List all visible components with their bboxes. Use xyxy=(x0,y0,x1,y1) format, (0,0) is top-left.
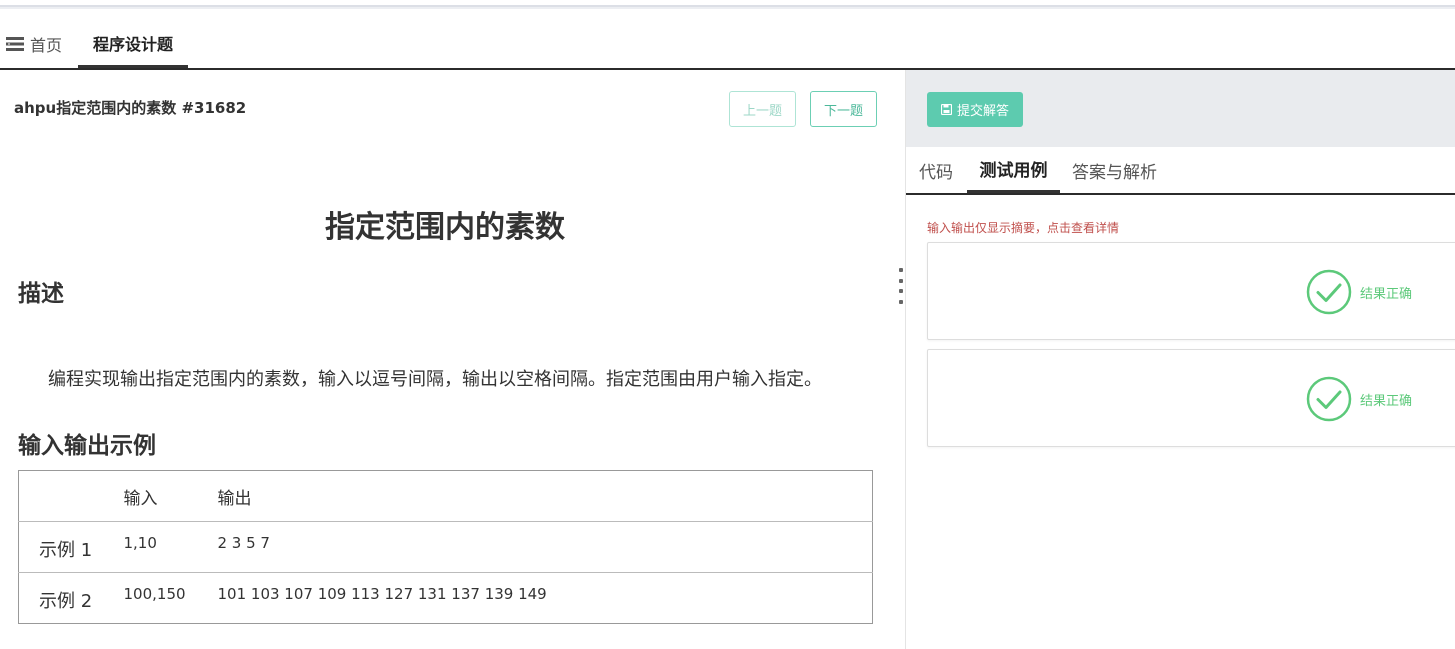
examples-table: 输入 输出 示例 1 1,10 2 3 5 7 示例 2 100,150 101… xyxy=(18,470,873,624)
tab-problem[interactable]: 程序设计题 xyxy=(78,20,188,68)
table-row: 示例 1 1,10 2 3 5 7 xyxy=(18,521,873,573)
drag-dot-icon xyxy=(899,289,903,294)
example-input: 1,10 xyxy=(123,521,218,573)
browser-top-strip xyxy=(0,0,1455,20)
tab-answer-analysis[interactable]: 答案与解析 xyxy=(1072,147,1157,193)
example-label: 示例 2 xyxy=(18,572,124,624)
result-status: 结果正确 xyxy=(1360,394,1413,409)
example-label: 示例 1 xyxy=(18,521,124,573)
drag-dot-icon xyxy=(899,299,903,304)
submit-answer-button[interactable]: 提交解答 xyxy=(927,92,1023,127)
description-heading: 描述 xyxy=(18,281,64,307)
table-header-output: 输出 xyxy=(217,488,252,509)
result-status: 结果正确 xyxy=(1360,287,1413,302)
test-result-card[interactable]: 结果正确 xyxy=(927,242,1455,340)
submit-answer-label: 提交解答 xyxy=(956,104,1009,119)
prev-problem-button[interactable]: 上一题 xyxy=(729,91,796,127)
main-tab-bar: 首页 程序设计题 xyxy=(0,20,1455,70)
tab-code[interactable]: 代码 xyxy=(919,147,953,193)
answer-tab-bar: 代码 测试用例 答案与解析 xyxy=(906,147,1455,195)
answer-toolbar: 提交解答 xyxy=(906,70,1455,147)
example-output: 101 103 107 109 113 127 131 137 139 149 xyxy=(217,572,873,624)
table-row: 示例 2 100,150 101 103 107 109 113 127 131… xyxy=(18,572,873,624)
description-text: 编程实现输出指定范围内的素数，输入以逗号间隔，输出以空格间隔。指定范围由用户输入… xyxy=(48,369,822,390)
table-header-row: 输入 输出 xyxy=(19,471,873,522)
examples-heading: 输入输出示例 xyxy=(18,433,156,459)
problem-header-title: ahpu指定范围内的素数 #31682 xyxy=(14,99,247,117)
problem-title: 指定范围内的素数 xyxy=(325,210,565,245)
problem-pane: ahpu指定范围内的素数 #31682 上一题 下一题 指定范围内的素数 描述 … xyxy=(0,70,905,649)
drag-dot-icon xyxy=(899,268,903,272)
test-result-card[interactable]: 结果正确 xyxy=(927,349,1455,447)
check-circle-icon xyxy=(1306,269,1352,315)
list-icon xyxy=(6,37,24,51)
table-header-input: 输入 xyxy=(123,488,158,509)
example-input: 100,150 xyxy=(123,572,218,624)
tab-problem-label: 程序设计题 xyxy=(92,34,173,54)
check-circle-icon xyxy=(1306,376,1352,422)
tab-home-label: 首页 xyxy=(30,36,63,55)
save-icon xyxy=(940,104,952,115)
table-header-cell xyxy=(19,471,124,522)
example-output: 2 3 5 7 xyxy=(217,521,873,573)
pane-resize-handle[interactable] xyxy=(898,268,904,304)
answer-pane: 提交解答 代码 测试用例 答案与解析 输入输出仅显示摘要，点击查看详情 结果正确… xyxy=(905,70,1455,649)
next-problem-button[interactable]: 下一题 xyxy=(810,91,877,127)
drag-dot-icon xyxy=(899,278,903,283)
summary-hint: 输入输出仅显示摘要，点击查看详情 xyxy=(927,221,1120,235)
tab-test-cases[interactable]: 测试用例 xyxy=(967,147,1060,193)
tab-home[interactable]: 首页 xyxy=(6,20,62,68)
